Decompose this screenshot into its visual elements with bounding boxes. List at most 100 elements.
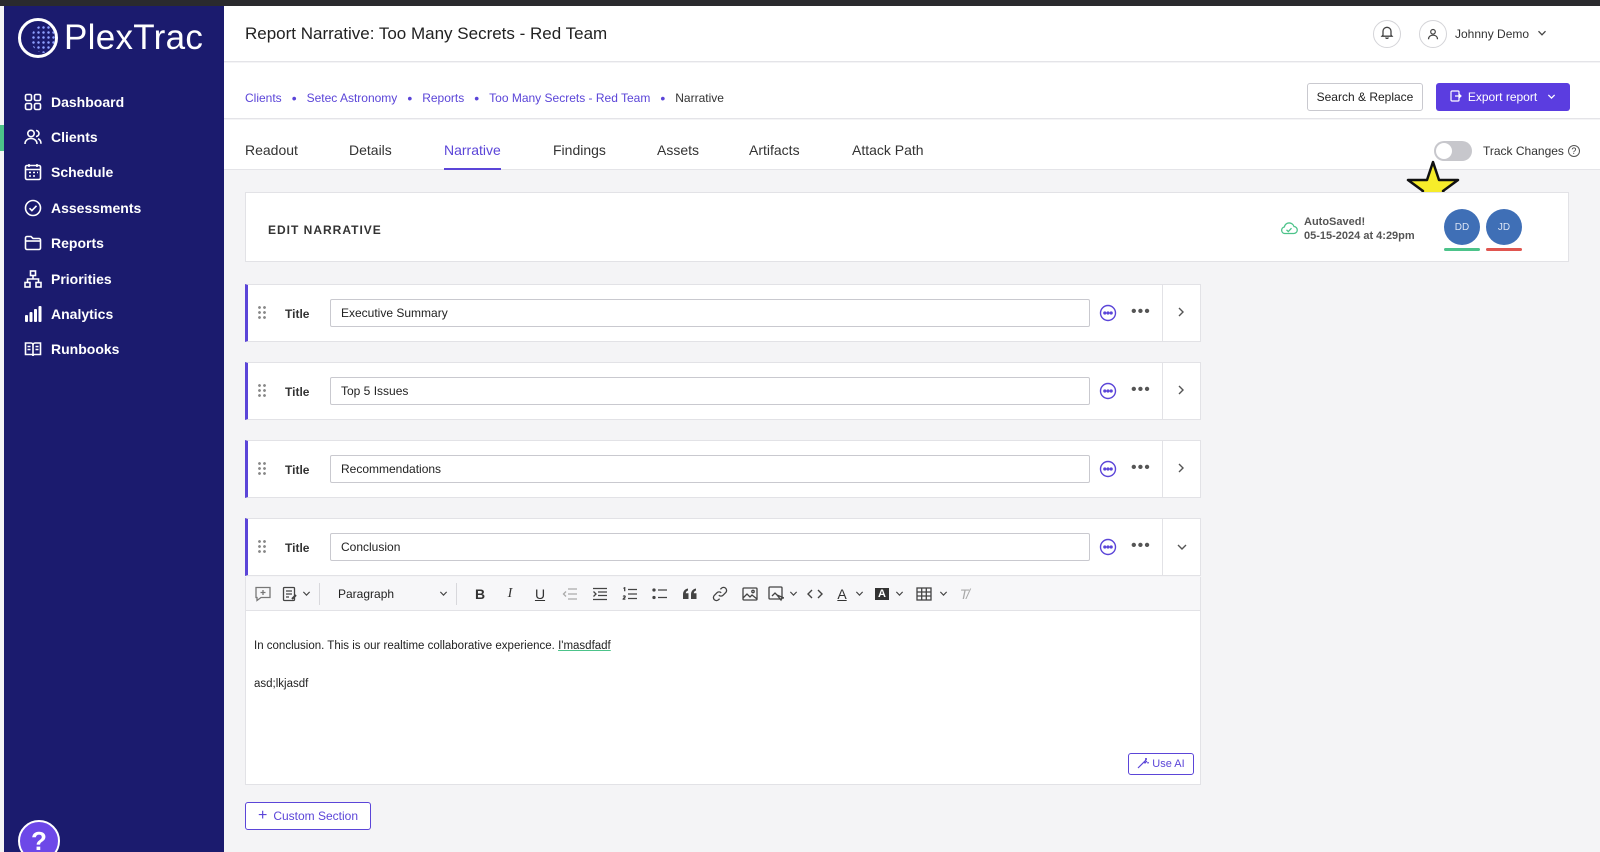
drag-handle-icon[interactable] (257, 539, 267, 555)
rich-text-editor: Paragraph B I U A A T̸ In conclusion. Th… (245, 577, 1201, 785)
clear-formatting-icon[interactable]: T̸ (949, 582, 979, 606)
dashboard-icon (24, 93, 42, 111)
insert-screenshot-icon[interactable] (765, 582, 787, 606)
add-custom-section-button[interactable]: + Custom Section (245, 802, 371, 830)
bold-icon[interactable]: B (465, 582, 495, 606)
export-report-button[interactable]: Export report (1436, 83, 1570, 111)
table-icon[interactable] (911, 582, 937, 606)
edit-narrative-panel: EDIT NARRATIVE AutoSaved! 05-15-2024 at … (245, 192, 1569, 262)
bullet-list-icon[interactable] (645, 582, 675, 606)
breadcrumb-separator: • (291, 90, 297, 106)
drag-handle-icon[interactable] (257, 461, 267, 477)
italic-icon[interactable]: I (495, 582, 525, 606)
notification-button[interactable] (1373, 20, 1401, 48)
magic-wand-icon (1137, 757, 1150, 772)
underline-icon[interactable]: U (525, 582, 555, 606)
export-report-label: Export report (1467, 90, 1538, 104)
drag-handle-icon[interactable] (257, 305, 267, 321)
link-icon[interactable] (705, 582, 735, 606)
chevron-down-icon[interactable] (302, 582, 311, 606)
tab-bar: Readout Details Narrative Findings Asset… (224, 120, 1600, 170)
breadcrumb-report[interactable]: Too Many Secrets - Red Team (489, 91, 650, 105)
edit-narrative-heading: EDIT NARRATIVE (268, 223, 382, 237)
help-circle-icon[interactable]: ? (1567, 145, 1580, 157)
user-menu[interactable]: Johnny Demo (1419, 20, 1547, 48)
sidebar-item-runbooks[interactable]: Runbooks (4, 332, 224, 367)
more-options-icon[interactable]: ••• (1131, 303, 1151, 321)
editor-toolbar: Paragraph B I U A A T̸ (246, 577, 1200, 611)
comment-icon[interactable] (1099, 460, 1117, 478)
template-icon[interactable] (282, 582, 298, 606)
user-icon (1419, 20, 1447, 48)
tab-narrative[interactable]: Narrative (444, 142, 501, 170)
collaborator-avatar[interactable]: JD (1486, 209, 1522, 245)
blockquote-icon[interactable] (675, 582, 705, 606)
numbered-list-icon[interactable] (615, 582, 645, 606)
divider (1162, 519, 1163, 575)
sidebar-item-clients[interactable]: Clients (0, 119, 224, 154)
main-area: Report Narrative: Too Many Secrets - Red… (224, 6, 1600, 852)
more-options-icon[interactable]: ••• (1131, 459, 1151, 477)
breadcrumb-reports[interactable]: Reports (422, 91, 464, 105)
section-title-input[interactable] (330, 377, 1090, 405)
outdent-icon[interactable] (555, 582, 585, 606)
section-title-input[interactable] (330, 299, 1090, 327)
help-button[interactable]: ? (18, 820, 60, 852)
chevron-right-icon[interactable] (1176, 305, 1186, 321)
track-changes-label: Track Changes ? (1483, 144, 1580, 158)
tab-details[interactable]: Details (349, 142, 392, 158)
sidebar-item-analytics[interactable]: Analytics (4, 296, 224, 331)
chevron-right-icon[interactable] (1176, 383, 1186, 399)
chevron-down-icon[interactable] (853, 582, 865, 606)
use-ai-button[interactable]: Use AI (1128, 753, 1194, 775)
sidebar-item-priorities[interactable]: Priorities (4, 261, 224, 296)
more-options-icon[interactable]: ••• (1131, 537, 1151, 555)
editor-content[interactable]: In conclusion. This is our realtime coll… (254, 627, 611, 703)
breadcrumb-client[interactable]: Setec Astronomy (307, 91, 398, 105)
comment-icon[interactable] (1099, 304, 1117, 322)
sidebar-item-dashboard[interactable]: Dashboard (4, 84, 224, 119)
track-changes-toggle[interactable] (1434, 141, 1472, 161)
highlight-color-icon[interactable]: A (871, 582, 893, 606)
collaborator-avatar[interactable]: DD (1444, 209, 1480, 245)
chevron-down-icon[interactable] (893, 582, 905, 606)
chevron-down-icon[interactable] (787, 582, 799, 606)
comment-icon[interactable] (1099, 382, 1117, 400)
tab-readout[interactable]: Readout (245, 142, 298, 158)
more-options-icon[interactable]: ••• (1131, 381, 1151, 399)
toolbar-separator (319, 582, 320, 605)
chevron-down-icon[interactable] (937, 582, 949, 606)
sidebar-item-reports[interactable]: Reports (4, 226, 224, 261)
folder-icon (24, 234, 42, 252)
add-comment-icon[interactable] (254, 582, 272, 606)
chevron-down-icon (1547, 90, 1556, 104)
code-icon[interactable] (799, 582, 831, 606)
drag-handle-icon[interactable] (257, 383, 267, 399)
block-format-select[interactable]: Paragraph (338, 587, 448, 601)
narrative-section: Title ••• (245, 518, 1201, 576)
tab-assets[interactable]: Assets (657, 142, 699, 158)
indent-icon[interactable] (585, 582, 615, 606)
section-title-input[interactable] (330, 533, 1090, 561)
font-color-icon[interactable]: A (831, 582, 853, 606)
image-icon[interactable] (735, 582, 765, 606)
tab-artifacts[interactable]: Artifacts (749, 142, 800, 158)
sidebar-item-schedule[interactable]: Schedule (4, 155, 224, 190)
section-title-label: Title (285, 385, 310, 399)
tab-attack-path[interactable]: Attack Path (852, 142, 924, 158)
chevron-down-icon[interactable] (1176, 539, 1188, 555)
block-format-value: Paragraph (338, 586, 395, 601)
logo[interactable]: PlexTrac (18, 18, 203, 58)
custom-section-label: Custom Section (273, 809, 359, 823)
sidebar-item-label: Schedule (51, 164, 114, 181)
breadcrumb-clients[interactable]: Clients (245, 91, 282, 105)
search-replace-button[interactable]: Search & Replace (1307, 83, 1423, 111)
comment-icon[interactable] (1099, 538, 1117, 556)
breadcrumb-separator: • (660, 90, 666, 106)
section-title-input[interactable] (330, 455, 1090, 483)
narrative-section: Title ••• (245, 362, 1201, 420)
sidebar-item-assessments[interactable]: Assessments (4, 190, 224, 225)
tab-findings[interactable]: Findings (553, 142, 606, 158)
chevron-right-icon[interactable] (1176, 461, 1186, 477)
sidebar-item-label: Analytics (51, 306, 114, 323)
